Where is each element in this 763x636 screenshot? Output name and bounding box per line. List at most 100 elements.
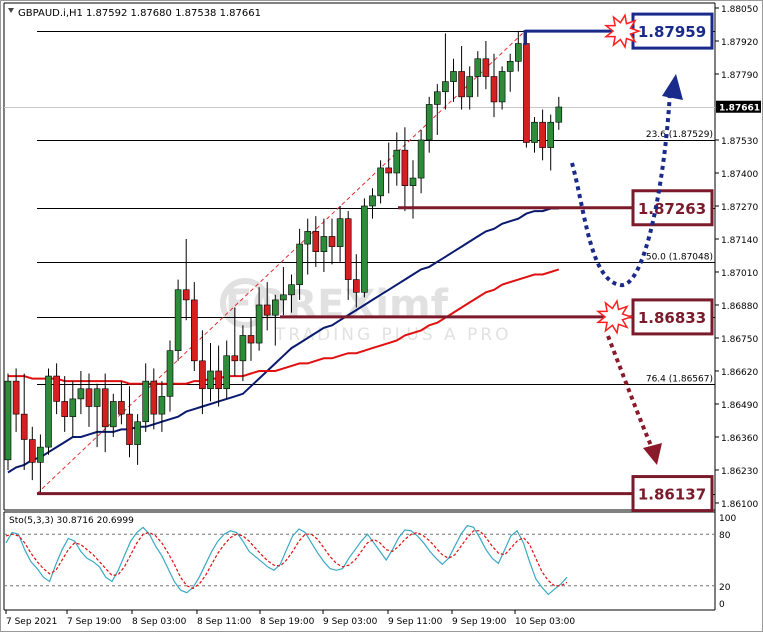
candle-body <box>482 58 490 77</box>
y-tick-label: 1.86360 <box>721 434 758 444</box>
y-tick-label: 1.87270 <box>721 203 758 213</box>
fibo-label: 76.4 (1.86567) <box>646 374 713 384</box>
candle-body <box>450 71 457 82</box>
level-label: 1.87263 <box>638 200 706 218</box>
candle-body <box>255 304 263 344</box>
candle-body <box>304 231 312 245</box>
x-tick-label: 8 Sep 03:00 <box>132 617 187 627</box>
candle-body <box>296 243 303 285</box>
candle-body <box>498 71 506 103</box>
candle-body <box>271 299 279 316</box>
candle-body <box>409 177 417 186</box>
candle-body <box>433 91 441 105</box>
stoch-tick-label: 0 <box>719 600 725 610</box>
price-chart: FOREXimf TRADING PLUS A PRO GBPAUD.i,H1 … <box>0 0 763 632</box>
candle-body <box>401 149 409 186</box>
y-tick-label: 1.86750 <box>721 335 758 345</box>
x-tick-label: 10 Sep 03:00 <box>515 617 575 627</box>
y-tick-label: 1.87790 <box>721 71 758 81</box>
candle-body <box>182 289 190 301</box>
candle-body <box>320 236 328 252</box>
level-label: 1.87959 <box>638 23 706 41</box>
last-price-label: 1.87661 <box>719 104 760 114</box>
stoch-tick-label: 20 <box>719 583 731 593</box>
y-tick-label: 1.87530 <box>721 137 758 147</box>
candle-body <box>352 279 360 293</box>
candle-body <box>361 205 368 293</box>
candle-body <box>288 284 295 296</box>
y-tick-label: 1.87400 <box>721 170 758 180</box>
candle-body <box>263 304 271 316</box>
candle-body <box>20 413 28 440</box>
candle-body <box>61 401 69 417</box>
x-tick-label: 8 Sep 19:00 <box>260 617 315 627</box>
candle-body <box>101 388 109 428</box>
candle-body <box>142 380 149 423</box>
candle-body <box>377 167 384 197</box>
stoch-tick-label: 100 <box>719 514 736 524</box>
x-tick-label: 9 Sep 03:00 <box>323 617 378 627</box>
candle-body <box>150 380 158 415</box>
level-label: 1.86833 <box>638 309 706 327</box>
candle-body <box>547 121 555 148</box>
candle-body <box>37 446 44 463</box>
y-tick-label: 1.87920 <box>721 38 758 48</box>
y-tick-label: 1.86230 <box>721 467 758 477</box>
level-label: 1.86137 <box>638 486 706 504</box>
candle-body <box>223 355 230 390</box>
candle-body <box>280 294 287 301</box>
y-tick-label: 1.87010 <box>721 269 758 279</box>
stoch-label: Sto(5,3,3) 30.8716 20.6999 <box>9 516 134 526</box>
y-tick-label: 1.86100 <box>721 500 758 510</box>
x-tick-label: 9 Sep 11:00 <box>388 617 443 627</box>
y-tick-label: 1.86620 <box>721 368 758 378</box>
candle-body <box>531 121 538 143</box>
candle-body <box>425 104 433 141</box>
candle-body <box>466 76 474 98</box>
candle-body <box>85 388 93 407</box>
candle-body <box>523 43 530 143</box>
candle-body <box>207 370 214 390</box>
candle-body <box>199 360 206 390</box>
candle-body <box>231 355 239 362</box>
candle-body <box>45 375 52 448</box>
symbol-label: GBPAUD.i,H1 <box>18 8 83 19</box>
candle-body <box>174 289 182 351</box>
candle-body <box>555 106 563 123</box>
candle-body <box>158 396 166 415</box>
candle <box>45 368 52 455</box>
candle <box>361 198 368 298</box>
candle <box>174 279 182 361</box>
candle-body <box>474 58 482 77</box>
y-tick-label: 1.86490 <box>721 401 758 411</box>
candle-body <box>490 76 498 103</box>
candle-body <box>69 398 77 417</box>
candle-body <box>417 139 425 179</box>
candle-body <box>247 335 255 344</box>
candle-body <box>539 121 546 148</box>
ohlc-readout: 1.87592 1.87680 1.87538 1.87661 <box>86 8 261 19</box>
stoch-tick-label: 80 <box>719 531 731 541</box>
chart-header: GBPAUD.i,H1 1.87592 1.87680 1.87538 1.87… <box>8 8 261 19</box>
candle-body <box>328 236 336 247</box>
x-tick-label: 8 Sep 11:00 <box>197 617 252 627</box>
y-tick-label: 1.86880 <box>721 302 758 312</box>
candle-body <box>110 401 117 428</box>
y-tick-label: 1.87140 <box>721 236 758 246</box>
candle-body <box>191 299 198 362</box>
candle-body <box>126 413 133 445</box>
fibo-label: 23.6 (1.87529) <box>646 130 713 140</box>
candle-body <box>369 195 376 207</box>
x-tick-label: 7 Sep 2021 <box>6 617 57 627</box>
candle-body <box>4 380 12 461</box>
y-tick-label: 1.88050 <box>721 5 758 15</box>
candle-body <box>93 388 101 407</box>
candle-body <box>166 350 174 397</box>
x-tick-label: 9 Sep 19:00 <box>452 617 507 627</box>
candle-body <box>393 149 401 174</box>
candle-body <box>514 43 522 62</box>
candle-body <box>458 71 465 98</box>
x-tick-label: 7 Sep 19:00 <box>67 617 122 627</box>
candle-body <box>118 401 125 415</box>
candle-body <box>385 167 393 174</box>
